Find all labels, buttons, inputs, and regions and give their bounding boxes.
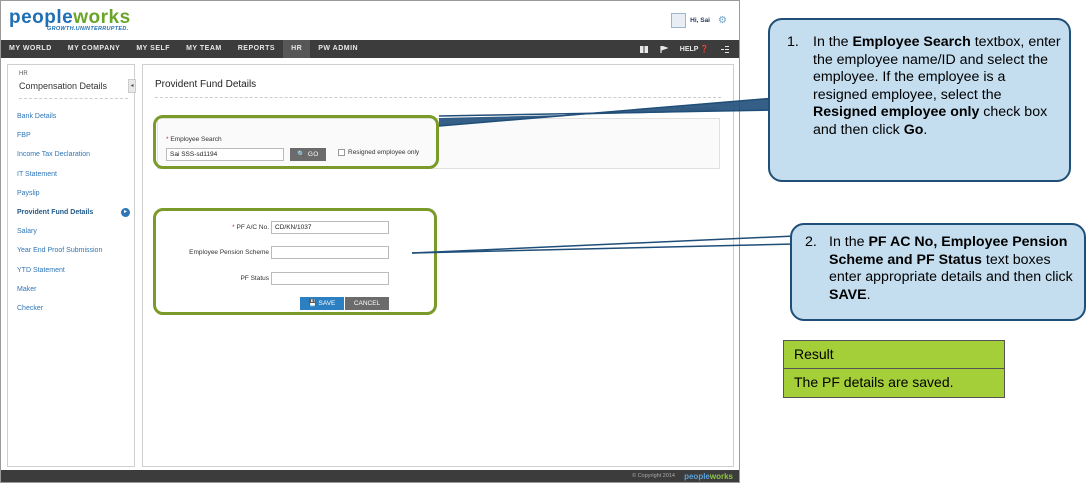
logo-tagline: GROWTH.UNINTERRUPTED. [47,26,129,32]
sidebar-item-ytd-statement[interactable]: YTD Statement [17,261,131,280]
page-title: Provident Fund Details [155,79,257,90]
sidebar: HR Compensation Details ◂ Bank Details F… [7,64,136,467]
app-footer: © Copyright 2014 peopleworks [1,470,739,482]
sidebar-item-it-statement[interactable]: IT Statement [17,165,131,184]
nav-reports[interactable]: REPORTS [230,40,283,58]
book-icon[interactable] [639,45,648,53]
callout-2-text: In the PF AC No, Employee Pension Scheme… [829,234,1073,303]
app-header: peopleworks GROWTH.UNINTERRUPTED. Hi, Sa… [1,1,739,39]
highlight-pf-fields [153,208,437,315]
sidebar-collapse-button[interactable]: ◂ [128,79,136,93]
help-link[interactable]: HELP ❓ [680,45,709,53]
callout-1-number: 1. [787,34,799,50]
sidebar-item-income-tax-declaration[interactable]: Income Tax Declaration [17,145,131,164]
result-header: Result [783,340,1005,369]
footer-logo: peopleworks [684,472,733,481]
callout-step-2: 2. In the PF AC No, Employee Pension Sch… [790,223,1086,321]
sidebar-item-year-end-proof-submission[interactable]: Year End Proof Submission [17,241,131,260]
required-fields-note: * Required Fields [676,107,719,113]
result-text: The PF details are saved. [783,369,1005,398]
nav-pw-admin[interactable]: PW ADMIN [310,40,366,58]
tutorial-slide: peopleworks GROWTH.UNINTERRUPTED. Hi, Sa… [0,0,1088,483]
sidebar-item-payslip[interactable]: Payslip [17,184,131,203]
title-divider [155,97,721,98]
callout-2-number: 2. [805,234,817,250]
flag-icon[interactable] [660,45,668,53]
nav-my-self[interactable]: MY SELF [128,40,178,58]
gear-icon[interactable]: ⚙ [718,16,727,26]
main-nav: MY WORLD MY COMPANY MY SELF MY TEAM REPO… [1,40,739,58]
highlight-employee-search [153,115,439,169]
user-greeting: Hi, Sai [690,17,710,24]
callout-step-1: 1. In the Employee Search textbox, enter… [768,18,1071,182]
user-area: Hi, Sai ⚙ [671,13,727,28]
sidebar-item-fbp[interactable]: FBP [17,126,131,145]
sidebar-item-bank-details[interactable]: Bank Details [17,107,131,126]
menu-icon[interactable] [721,45,729,53]
sidebar-divider [19,98,128,99]
nav-my-team[interactable]: MY TEAM [178,40,230,58]
copyright-text: © Copyright 2014 [632,473,675,479]
sidebar-item-provident-fund-details[interactable]: Provident Fund Details ▸ [17,203,131,222]
result-table: Result The PF details are saved. [783,340,1005,398]
callout-1-text: In the Employee Search textbox, enter th… [813,34,1061,138]
nav-my-company[interactable]: MY COMPANY [60,40,129,58]
sidebar-item-maker[interactable]: Maker [17,280,131,299]
nav-hr[interactable]: HR [283,40,311,58]
arrow-right-icon: ▸ [121,207,130,217]
sidebar-section: HR [19,71,28,77]
nav-right-tools: HELP ❓ [639,40,729,58]
sidebar-title: Compensation Details [19,81,108,91]
sidebar-menu: Bank Details FBP Income Tax Declaration … [17,107,131,318]
avatar[interactable] [671,13,687,28]
sidebar-item-label: Provident Fund Details [17,208,94,216]
sidebar-item-checker[interactable]: Checker [17,299,131,318]
sidebar-item-salary[interactable]: Salary [17,222,131,241]
help-icon: ❓ [700,46,709,53]
nav-my-world[interactable]: MY WORLD [1,40,60,58]
